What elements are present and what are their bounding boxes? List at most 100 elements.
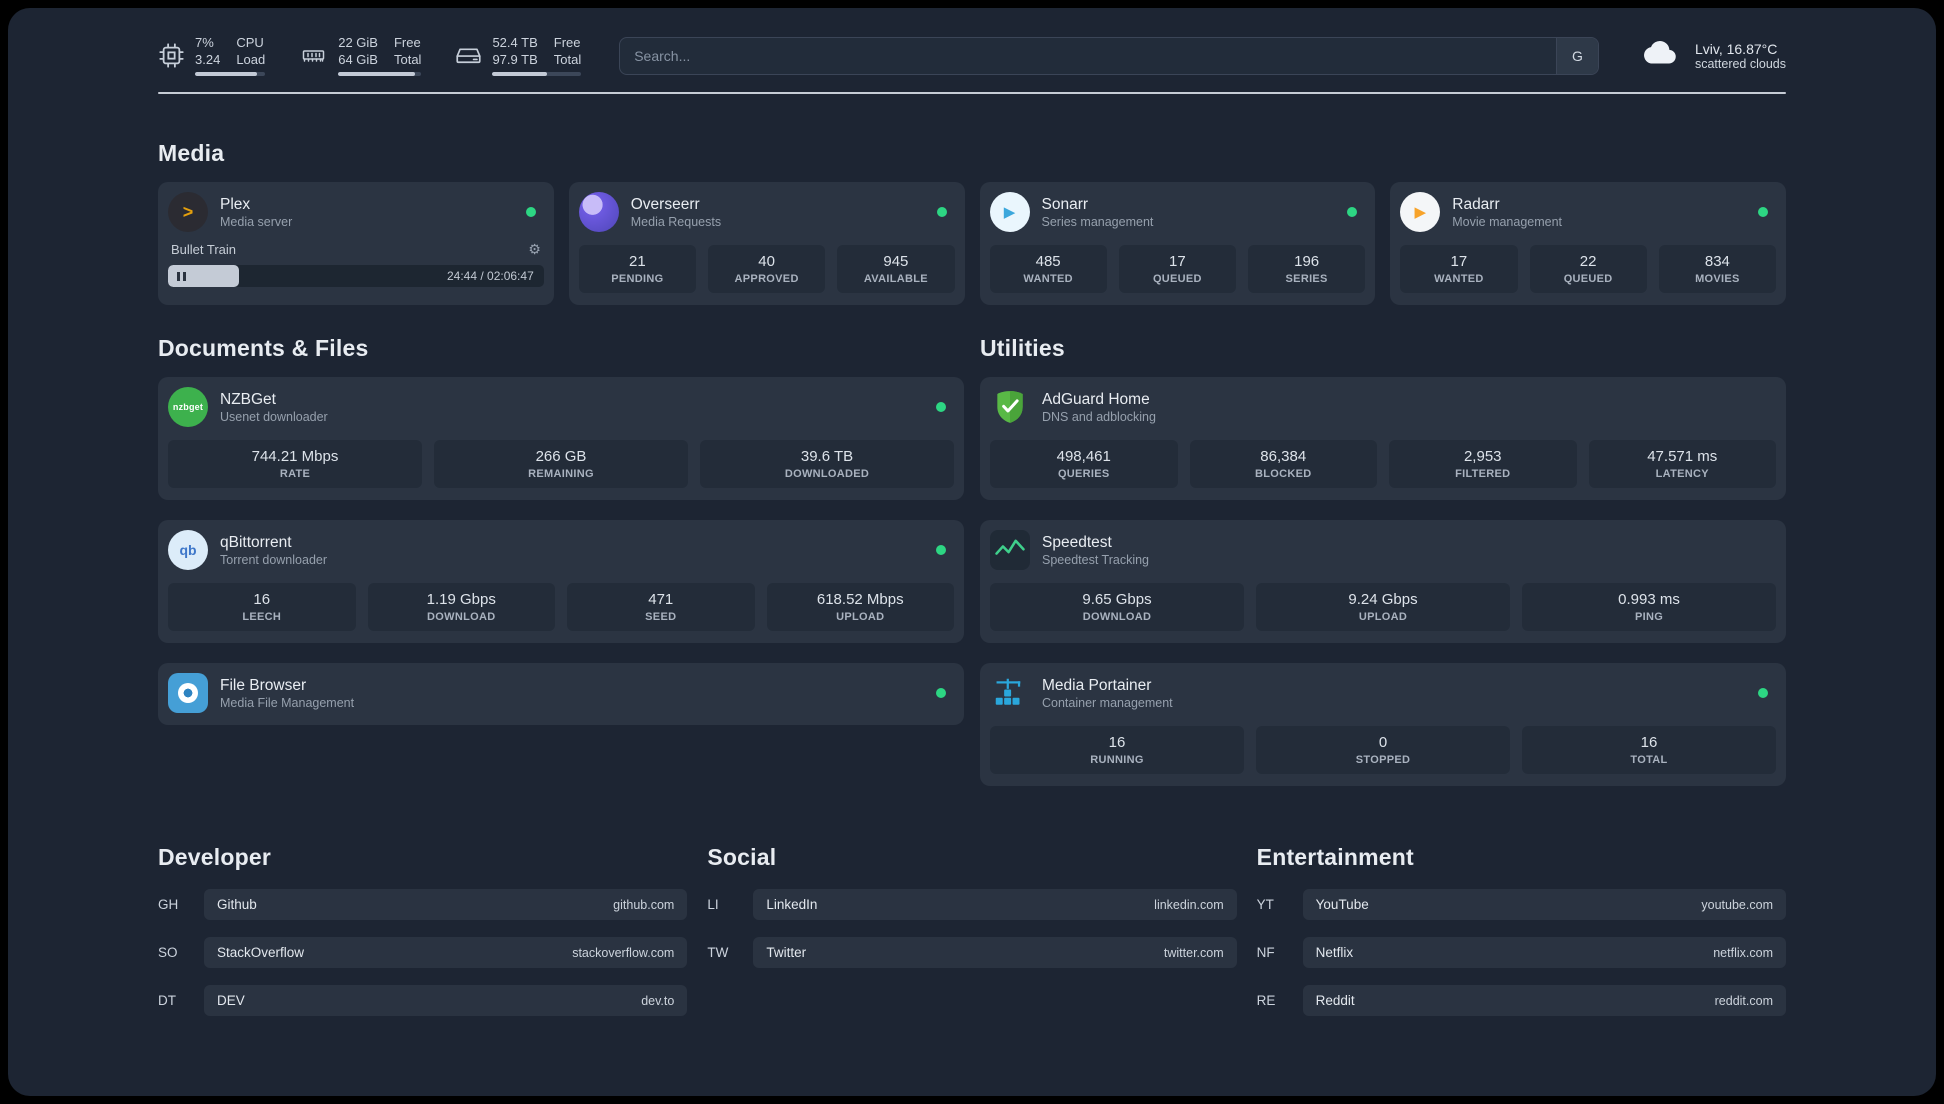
stat-ping: 0.993 ms PING <box>1522 583 1776 631</box>
bookmark-youtube[interactable]: YT YouTube youtube.com <box>1257 889 1786 920</box>
overseerr-icon <box>578 192 619 232</box>
service-card-radarr[interactable]: ▶ Radarr Movie management 17 WANTED 22 Q… <box>1390 182 1786 305</box>
service-card-adguard[interactable]: AdGuard Home DNS and adblocking 498,461 … <box>980 377 1786 500</box>
service-card-speedtest[interactable]: Speedtest Speedtest Tracking 9.65 Gbps D… <box>980 520 1786 643</box>
utilities-column: Utilities AdGuard Home DNS and adblockin… <box>980 335 1786 786</box>
service-name: qBittorrent <box>220 533 292 551</box>
documents-column: Documents & Files nzbget NZBGet Usenet d… <box>158 335 964 786</box>
search-input[interactable] <box>620 37 1556 74</box>
bookmark-abbr: YT <box>1256 897 1274 912</box>
cpu-load-value: 3.24 <box>195 51 221 67</box>
bookmark-reddit[interactable]: RE Reddit reddit.com <box>1257 985 1786 1016</box>
disk-progressbar <box>492 72 582 77</box>
bookmark-twitter[interactable]: TW Twitter twitter.com <box>707 937 1237 968</box>
bookmark-url: dev.to <box>641 993 675 1008</box>
bookmark-netflix[interactable]: NF Netflix netflix.com <box>1257 937 1786 968</box>
section-title-social: Social <box>707 844 777 870</box>
status-dot <box>525 207 536 217</box>
status-dot <box>936 545 946 555</box>
service-subtitle: Media File Management <box>220 695 355 710</box>
bookmark-name: Github <box>217 897 257 912</box>
bookmark-github[interactable]: GH Github github.com <box>158 889 688 920</box>
pause-icon[interactable] <box>177 271 186 281</box>
bookmark-name: LinkedIn <box>766 897 818 912</box>
stat-upload: 618.52 Mbps UPLOAD <box>766 583 954 631</box>
bookmark-url: netflix.com <box>1713 945 1773 960</box>
service-subtitle: Media server <box>220 214 293 229</box>
cpu-readout: 7% 3.24 CPU Load <box>195 34 266 77</box>
bookmark-linkedin[interactable]: LI LinkedIn linkedin.com <box>707 889 1237 920</box>
gear-icon[interactable]: ⚙ <box>528 241 541 258</box>
radarr-icon: ▶ <box>1400 192 1441 232</box>
stat-running: 16 RUNNING <box>990 726 1244 774</box>
stat-wanted: 17 WANTED <box>1400 245 1518 293</box>
cpu-progressbar <box>195 72 266 77</box>
service-card-sonarr[interactable]: ▶ Sonarr Series management 485 WANTED 17… <box>979 182 1376 305</box>
service-name: NZBGet <box>220 390 276 408</box>
stat-queued: 22 QUEUED <box>1529 245 1647 293</box>
nzbget-icon: nzbget <box>168 387 208 427</box>
bookmark-url: stackoverflow.com <box>572 945 675 960</box>
service-card-nzbget[interactable]: nzbget NZBGet Usenet downloader 744.21 M… <box>158 377 964 500</box>
status-dot <box>936 207 947 217</box>
service-name: Media Portainer <box>1042 676 1152 694</box>
service-card-qbittorrent[interactable]: qb qBittorrent Torrent downloader 16 LEE… <box>158 520 964 643</box>
service-card-portainer[interactable]: Media Portainer Container management 16 … <box>980 663 1786 786</box>
stat-blocked: 86,384 BLOCKED <box>1189 440 1377 488</box>
service-subtitle: DNS and adblocking <box>1042 409 1156 424</box>
bookmark-abbr: SO <box>158 945 178 960</box>
stat-seed: 471 SEED <box>567 583 755 631</box>
bookmark-dev[interactable]: DT DEV dev.to <box>158 985 688 1016</box>
cpu-label-bottom: Load <box>236 51 266 67</box>
service-name: Sonarr <box>1041 195 1089 213</box>
system-widgets: 7% 3.24 CPU Load 22 GiB 64 GiB Free Tota… <box>158 34 582 77</box>
cpu-label-top: CPU <box>236 34 264 50</box>
speedtest-icon <box>990 530 1030 570</box>
stat-approved: 40 APPROVED <box>708 245 826 293</box>
memory-widget: 22 GiB 64 GiB Free Total <box>299 35 422 77</box>
bookmarks-developer: Developer GH Github github.com SO StackO… <box>158 844 688 1016</box>
bookmark-name: Twitter <box>766 945 807 960</box>
status-dot <box>1347 207 1358 217</box>
service-card-overseerr[interactable]: Overseerr Media Requests 21 PENDING 40 A… <box>568 182 965 305</box>
search-provider-button[interactable]: G <box>1555 37 1598 74</box>
disk-readout: 52.4 TB 97.9 TB Free Total <box>492 35 582 77</box>
bookmark-url: youtube.com <box>1701 897 1773 912</box>
bookmark-abbr: TW <box>707 945 729 960</box>
search-bar: G <box>619 36 1599 75</box>
cloud-icon <box>1637 34 1685 77</box>
stat-movies: 834 MOVIES <box>1658 245 1776 293</box>
service-subtitle: Speedtest Tracking <box>1042 552 1150 567</box>
bookmarks-social: Social LI LinkedIn linkedin.com TW Twitt… <box>707 844 1237 1016</box>
service-card-filebrowser[interactable]: File Browser Media File Management <box>158 663 964 725</box>
stat-wanted: 485 WANTED <box>989 245 1107 293</box>
bookmark-stackoverflow[interactable]: SO StackOverflow stackoverflow.com <box>158 937 688 968</box>
playback-progressbar[interactable]: 24:44 / 02:06:47 <box>168 265 544 287</box>
service-card-plex[interactable]: > Plex Media server Bullet Train ⚙ 24:44… <box>158 182 554 305</box>
weather-widget[interactable]: Lviv, 16.87°C scattered clouds <box>1637 34 1786 77</box>
bookmark-name: Netflix <box>1315 945 1354 960</box>
bookmark-name: DEV <box>217 993 245 1008</box>
service-name: Plex <box>220 195 251 213</box>
bookmark-abbr: LI <box>707 897 719 912</box>
memory-progressbar <box>338 72 422 77</box>
stat-filtered: 2,953 FILTERED <box>1389 440 1577 488</box>
filebrowser-icon <box>168 673 208 713</box>
section-title-developer: Developer <box>158 844 272 870</box>
bookmark-url: reddit.com <box>1714 993 1773 1008</box>
bookmark-abbr: GH <box>158 897 179 912</box>
section-title-documents: Documents & Files <box>158 335 369 361</box>
adguard-shield-icon <box>990 387 1030 427</box>
bookmark-url: twitter.com <box>1163 945 1224 960</box>
bookmark-abbr: DT <box>158 993 176 1008</box>
status-dot <box>936 688 946 698</box>
bookmarks-entertainment: Entertainment YT YouTube youtube.com NF … <box>1257 844 1786 1016</box>
dashboard-panel: 7% 3.24 CPU Load 22 GiB 64 GiB Free Tota… <box>8 8 1936 1096</box>
cpu-percent: 7% <box>195 34 214 50</box>
service-name: Radarr <box>1452 195 1500 213</box>
section-media: Media > Plex Media server Bullet Train ⚙ <box>158 140 1786 305</box>
media-cards-row: > Plex Media server Bullet Train ⚙ 24:44… <box>158 182 1786 305</box>
stat-upload: 9.24 Gbps UPLOAD <box>1256 583 1510 631</box>
stat-remaining: 266 GB REMAINING <box>434 440 688 488</box>
stat-stopped: 0 STOPPED <box>1256 726 1510 774</box>
